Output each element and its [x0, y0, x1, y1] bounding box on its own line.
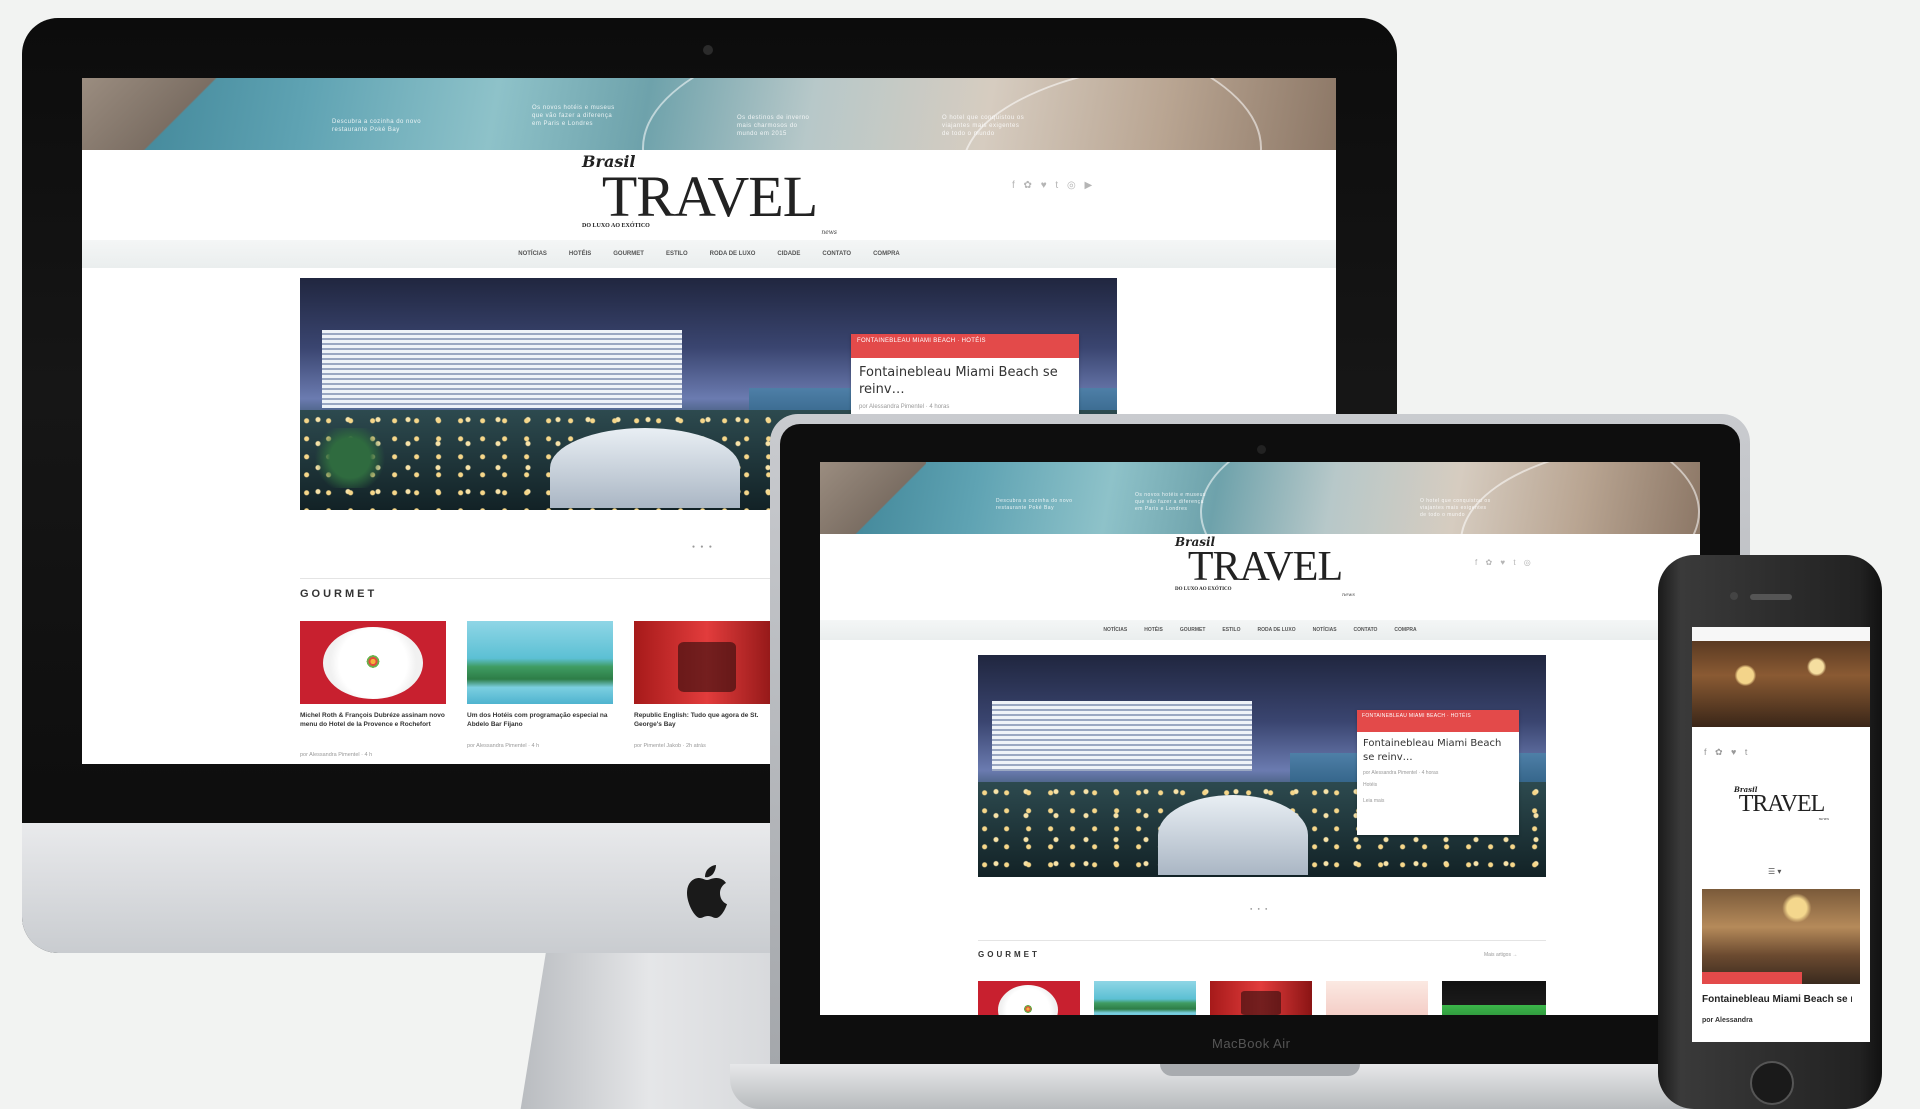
- section-title-gourmet: Gourmet: [300, 588, 378, 600]
- phone-camera: [1730, 592, 1738, 600]
- laptop-banner-text-4[interactable]: O hotel que conquistou os viajantes mais…: [1420, 498, 1491, 519]
- site-logo[interactable]: Brasil TRAVEL DO LUXO AO EXÓTICO news: [582, 152, 837, 236]
- post-meta-2: por Alessandra Pimentel · 4 h: [467, 743, 540, 749]
- laptop-nav-item-5[interactable]: Roda de Luxo: [1257, 627, 1295, 633]
- post-meta-1: por Alessandra Pimentel · 4 h: [300, 752, 373, 758]
- phone-speaker: [1750, 594, 1792, 600]
- nav-item-compra[interactable]: Compra: [873, 251, 900, 257]
- laptop-slider-dots[interactable]: ● ● ●: [1250, 906, 1269, 911]
- laptop-nav-item-4[interactable]: Estilo: [1222, 627, 1240, 633]
- hero-card-tag[interactable]: Fontainebleau Miami Beach · Hotéis: [851, 334, 1079, 358]
- apple-logo-icon: [682, 862, 736, 922]
- phone-social-icons[interactable]: f ✿ ♥ t: [1704, 747, 1750, 758]
- social-icons[interactable]: f ✿ ♥ t ◎ ▶: [1012, 180, 1095, 191]
- phone-status-bar: [1692, 627, 1870, 641]
- nav-item-estilo[interactable]: Estilo: [666, 251, 688, 257]
- logo-main: TRAVEL: [601, 164, 818, 229]
- nav-item-contato[interactable]: Contato: [822, 251, 851, 257]
- laptop-social-icons[interactable]: f ✿ ♥ t ◎: [1475, 558, 1534, 567]
- laptop-post-thumb-1[interactable]: [978, 981, 1080, 1015]
- top-banner[interactable]: Descubra a cozinha do novo restaurante P…: [82, 78, 1336, 150]
- laptop-post-thumb-3[interactable]: [1210, 981, 1312, 1015]
- post-title-1[interactable]: Michel Roth & François Dubréze assinam n…: [300, 711, 446, 729]
- laptop-banner-text-2[interactable]: Os novos hotéis e museus que vão fazer a…: [1135, 492, 1206, 513]
- banner-text-4[interactable]: O hotel que conquistou os viajantes mais…: [942, 114, 1024, 138]
- phone-screen: f ✿ ♥ t Brasil TRAVEL news ☰ ▾ Fontaineb…: [1692, 627, 1870, 1042]
- phone-site-logo[interactable]: Brasil TRAVEL news: [1734, 785, 1829, 821]
- laptop-post-thumb-4[interactable]: [1326, 981, 1428, 1015]
- imac-camera: [703, 45, 713, 55]
- nav-item-cidade[interactable]: Cidade: [777, 251, 800, 257]
- laptop-nav-item-8[interactable]: Compra: [1394, 627, 1416, 633]
- laptop-nav-item-7[interactable]: Contato: [1354, 627, 1378, 633]
- post-thumb-3[interactable]: [634, 621, 780, 704]
- laptop-post-thumb-5[interactable]: [1442, 981, 1546, 1015]
- laptop-hero-card-tag[interactable]: Fontainebleau Miami Beach · Hotéis: [1357, 710, 1519, 732]
- post-title-2[interactable]: Um dos Hotéis com programação especial n…: [467, 711, 613, 729]
- laptop-notch: [1160, 1064, 1360, 1076]
- post-meta-3: por Pimentel Jakob · 2h atrás: [634, 743, 706, 749]
- post-thumb-2[interactable]: [467, 621, 613, 704]
- laptop-screen: Descubra a cozinha do novo restaurante P…: [820, 462, 1700, 1015]
- banner-text-2[interactable]: Os novos hotéis e museus que vão fazer a…: [532, 104, 615, 128]
- nav-item-gourmet[interactable]: Gourmet: [613, 251, 644, 257]
- phone-home-button[interactable]: [1750, 1061, 1794, 1105]
- nav-item-roda-de-luxo[interactable]: Roda de Luxo: [710, 251, 756, 257]
- laptop-see-more-link[interactable]: Mais artigos →: [1484, 952, 1517, 958]
- laptop-logo-tag: news: [1341, 591, 1355, 598]
- post-title-3[interactable]: Republic English: Tudo que agora de St. …: [634, 711, 780, 729]
- phone-post-title[interactable]: Fontainebleau Miami Beach se reinv…: [1702, 993, 1852, 1006]
- laptop-hero-card-more[interactable]: Leia mais: [1357, 788, 1519, 804]
- nav-item-hoteis[interactable]: Hotéis: [569, 251, 591, 257]
- phone-post-image[interactable]: [1702, 889, 1860, 984]
- laptop-nav-item-1[interactable]: Notícias: [1103, 627, 1127, 633]
- laptop-camera: [1257, 445, 1266, 454]
- nav-item-noticias[interactable]: Notícias: [518, 251, 547, 257]
- laptop-hero-card[interactable]: Fontainebleau Miami Beach · Hotéis Fonta…: [1357, 710, 1519, 835]
- laptop-nav-item-2[interactable]: Hotéis: [1144, 627, 1163, 633]
- laptop-top-banner[interactable]: Descubra a cozinha do novo restaurante P…: [820, 462, 1700, 534]
- phone-menu-button[interactable]: ☰ ▾: [1768, 867, 1781, 876]
- hero-card-meta: por Alessandra Pimentel · 4 horas: [859, 404, 950, 410]
- phone-post-tag[interactable]: [1702, 972, 1802, 984]
- slider-dots[interactable]: ● ● ●: [692, 544, 714, 550]
- post-thumb-1[interactable]: [300, 621, 446, 704]
- laptop-section-title: Gourmet: [978, 950, 1040, 959]
- laptop-main-nav: Notícias Hotéis Gourmet Estilo Roda de L…: [820, 620, 1700, 640]
- laptop-hero-card-title[interactable]: Fontainebleau Miami Beach se reinv…: [1357, 732, 1519, 770]
- laptop-post-thumb-2[interactable]: [1094, 981, 1196, 1015]
- hero-card-title[interactable]: Fontainebleau Miami Beach se reinv…: [851, 358, 1079, 404]
- laptop-site-logo[interactable]: Brasil TRAVEL DO LUXO AO EXÓTICO news: [1175, 535, 1355, 598]
- phone-hero-banner[interactable]: [1692, 641, 1870, 727]
- banner-text-1[interactable]: Descubra a cozinha do novo restaurante P…: [332, 118, 421, 134]
- banner-text-3[interactable]: Os destinos de inverno mais charmosos do…: [737, 114, 809, 138]
- phone-logo-main: TRAVEL: [1738, 791, 1826, 817]
- laptop-brand-label: MacBook Air: [1212, 1036, 1291, 1051]
- logo-tag: news: [821, 229, 837, 237]
- laptop-banner-text-1[interactable]: Descubra a cozinha do novo restaurante P…: [996, 498, 1072, 512]
- laptop-hero-card-extra[interactable]: Hotéis: [1357, 776, 1519, 788]
- laptop-nav-item-3[interactable]: Gourmet: [1180, 627, 1206, 633]
- laptop-nav-item-6[interactable]: Notícias: [1313, 627, 1337, 633]
- laptop-logo-main: TRAVEL: [1187, 544, 1343, 590]
- main-nav: Notícias Hotéis Gourmet Estilo Roda de L…: [82, 240, 1336, 268]
- phone-post-meta: por Alessandra: [1702, 1017, 1753, 1024]
